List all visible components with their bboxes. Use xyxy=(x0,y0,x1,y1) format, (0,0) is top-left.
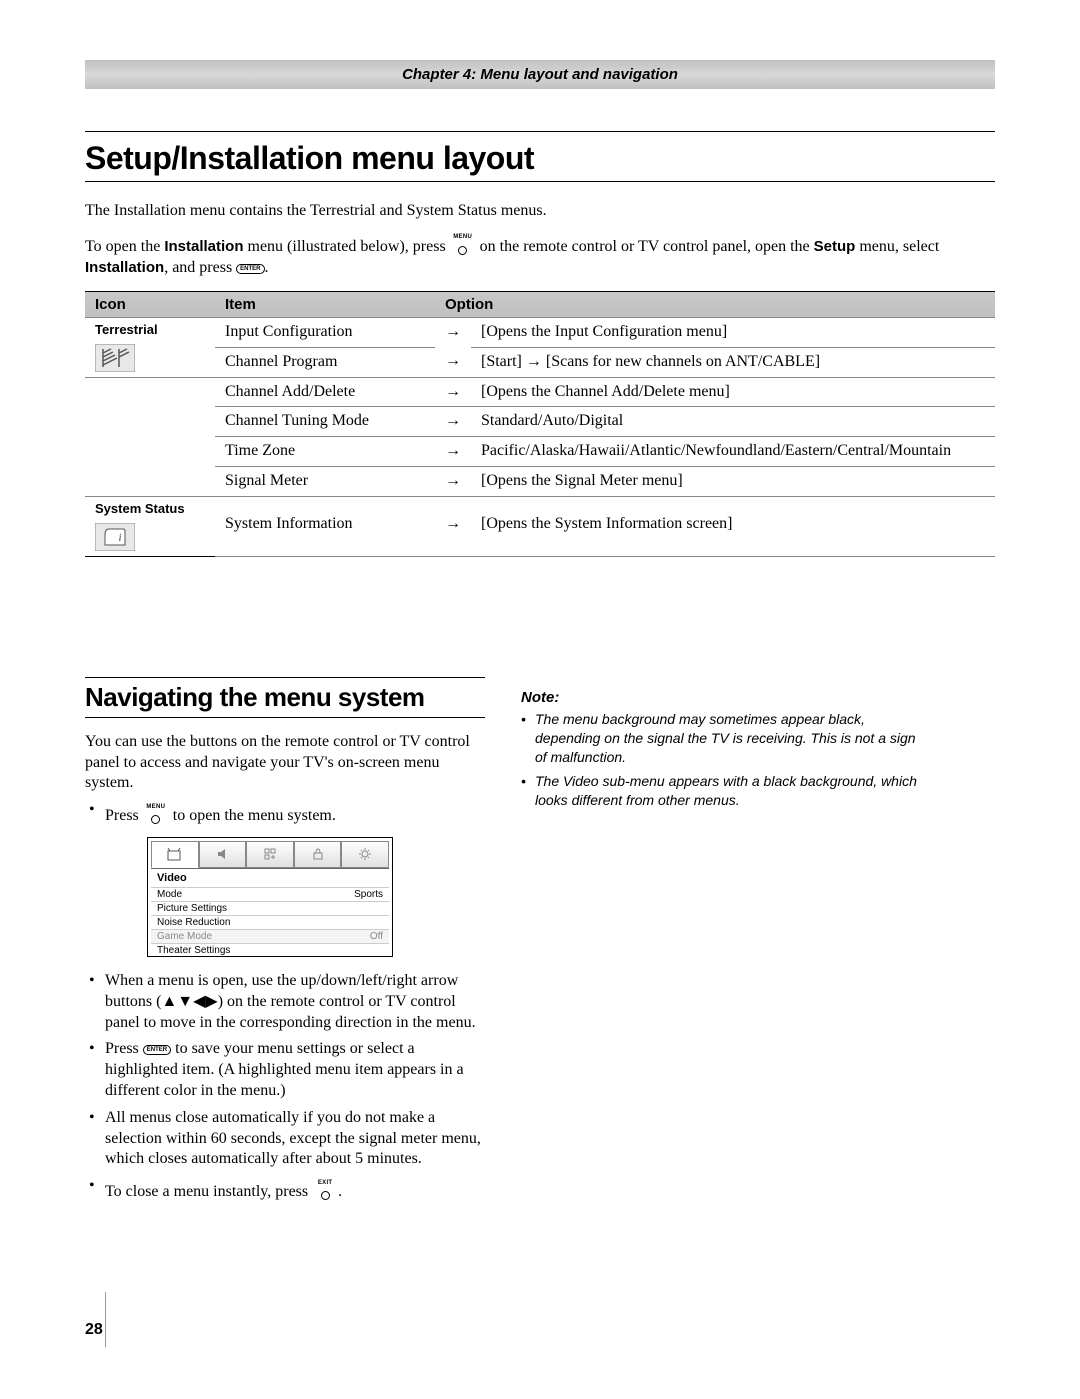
osd-tab-lock-icon xyxy=(294,841,342,868)
note-item: The Video sub-menu appears with a black … xyxy=(521,772,921,810)
table-row: Terrestrial Input Configuration → [Opens… xyxy=(85,317,995,347)
label-installation: Installation xyxy=(164,238,243,255)
table-row: System Information → [Opens the System I… xyxy=(85,510,995,556)
rule xyxy=(85,131,995,132)
th-option: Option xyxy=(435,291,995,317)
info-icon: i xyxy=(95,522,135,552)
osd-tab-apps-icon xyxy=(246,841,294,868)
item-cell: Channel Program xyxy=(215,347,435,377)
margin-rule xyxy=(105,1292,106,1347)
arrow-icon: → xyxy=(435,347,471,377)
arrow-icon: → xyxy=(435,407,471,437)
list-item: Press MENU to open the menu system. xyxy=(89,800,485,827)
arrow-icon: → xyxy=(435,437,471,467)
osd-tab-video-icon xyxy=(151,841,199,868)
osd-tab-setup-icon xyxy=(341,841,389,868)
nav-bullets: Press MENU to open the menu system. xyxy=(85,800,485,827)
table-row: Channel Tuning Mode → Standard/Auto/Digi… xyxy=(85,407,995,437)
table-row: Time Zone → Pacific/Alaska/Hawaii/Atlant… xyxy=(85,437,995,467)
rule xyxy=(85,181,995,182)
page-title: Setup/Installation menu layout xyxy=(85,140,995,177)
osd-row: Theater Settings xyxy=(151,943,389,957)
list-item: All menus close automatically if you do … xyxy=(89,1108,485,1170)
item-cell: Time Zone xyxy=(215,437,435,467)
menu-button-icon: MENU xyxy=(143,804,169,822)
osd-row: Noise Reduction xyxy=(151,915,389,929)
option-cell: [Opens the Input Configuration menu] xyxy=(471,317,995,347)
menu-button-icon: MENU xyxy=(450,234,476,252)
option-cell: Standard/Auto/Digital xyxy=(471,407,995,437)
list-item: To close a menu instantly, press EXIT. xyxy=(89,1176,485,1203)
svg-text:i: i xyxy=(118,530,121,544)
table-row: System Status i xyxy=(85,496,995,509)
table-row: Channel Program → [Start] → [Scans for n… xyxy=(85,347,995,377)
th-icon: Icon xyxy=(85,291,215,317)
note-heading: Note: xyxy=(521,689,921,706)
item-cell: Channel Add/Delete xyxy=(215,377,435,407)
group-terrestrial: Terrestrial xyxy=(95,322,205,339)
installation-table: Icon Item Option Terrestrial Input Conf xyxy=(85,291,995,557)
item-cell: Input Configuration xyxy=(215,317,435,347)
osd-row: Picture Settings xyxy=(151,901,389,915)
enter-button-icon: ENTER xyxy=(143,1045,171,1055)
option-cell: Pacific/Alaska/Hawaii/Atlantic/Newfoundl… xyxy=(471,437,995,467)
note-item: The menu background may sometimes appear… xyxy=(521,710,921,767)
arrow-icon: → xyxy=(435,377,471,407)
item-cell: System Information xyxy=(215,510,435,556)
osd-screenshot: Video ModeSports Picture Settings Noise … xyxy=(147,837,393,957)
osd-heading: Video xyxy=(151,869,389,887)
body-text: You can use the buttons on the remote co… xyxy=(85,732,485,794)
osd-tab-audio-icon xyxy=(199,841,247,868)
table-row: Channel Add/Delete → [Opens the Channel … xyxy=(85,377,995,407)
label-setup: Setup xyxy=(814,238,856,255)
page-number: 28 xyxy=(85,1321,103,1339)
exit-button-icon: EXIT xyxy=(312,1180,338,1198)
osd-row: ModeSports xyxy=(151,887,389,901)
arrow-icon: → xyxy=(435,467,471,497)
label-installation: Installation xyxy=(85,259,164,276)
option-cell: [Opens the System Information screen] xyxy=(471,510,995,556)
nav-bullets-cont: When a menu is open, use the up/down/lef… xyxy=(85,971,485,1203)
option-cell: [Start] → [Scans for new channels on ANT… xyxy=(471,347,995,377)
item-cell: Signal Meter xyxy=(215,467,435,497)
list-item: When a menu is open, use the up/down/lef… xyxy=(89,971,485,1033)
arrow-icon: → xyxy=(435,510,471,556)
intro-text: The Installation menu contains the Terre… xyxy=(85,200,995,222)
option-cell: [Opens the Channel Add/Delete menu] xyxy=(471,377,995,407)
list-item: Press ENTER to save your menu settings o… xyxy=(89,1039,485,1101)
option-cell: [Opens the Signal Meter menu] xyxy=(471,467,995,497)
antenna-icon xyxy=(95,343,135,373)
chapter-banner: Chapter 4: Menu layout and navigation xyxy=(85,60,995,89)
table-row: Signal Meter → [Opens the Signal Meter m… xyxy=(85,467,995,497)
item-cell: Channel Tuning Mode xyxy=(215,407,435,437)
enter-button-icon: ENTER xyxy=(236,264,264,274)
note-list: The menu background may sometimes appear… xyxy=(521,710,921,810)
group-system-status: System Status xyxy=(95,501,205,518)
intro-text: To open the Installation menu (illustrat… xyxy=(85,230,995,279)
arrow-icon: → xyxy=(435,317,471,347)
th-item: Item xyxy=(215,291,435,317)
osd-row: Game ModeOff xyxy=(151,929,389,943)
section-title: Navigating the menu system xyxy=(85,682,485,713)
